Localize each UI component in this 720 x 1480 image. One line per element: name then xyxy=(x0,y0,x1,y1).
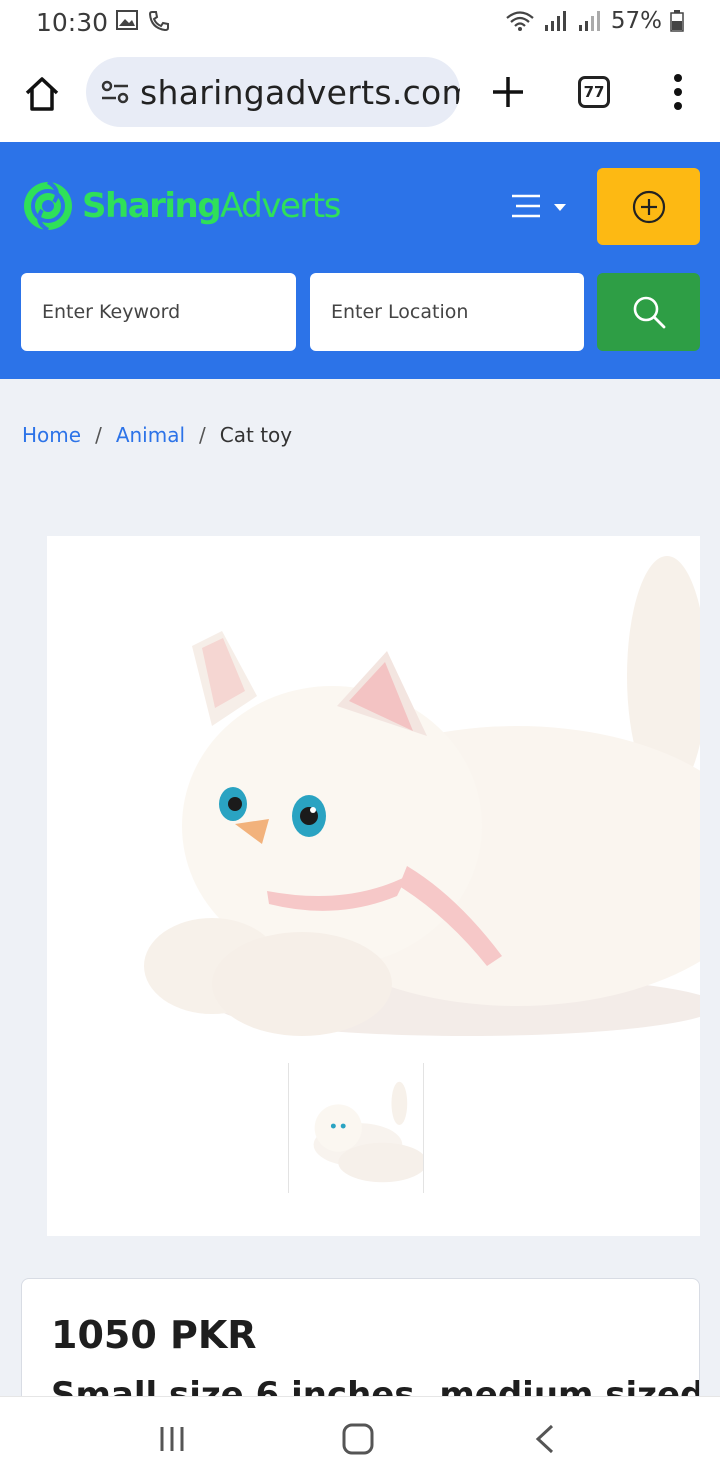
url-text: sharingadverts.com xyxy=(140,72,460,112)
status-time: 10:30 xyxy=(36,8,109,37)
battery-icon xyxy=(670,10,684,32)
signal-icon xyxy=(544,11,566,31)
breadcrumb-separator: / xyxy=(95,423,102,447)
wifi-icon xyxy=(506,11,534,31)
site-logo[interactable]: SharingAdverts xyxy=(22,172,341,240)
new-tab-icon[interactable] xyxy=(488,72,528,112)
recent-apps-icon[interactable] xyxy=(152,1421,192,1457)
breadcrumb: Home / Animal / Cat toy xyxy=(22,423,292,447)
breadcrumb-current: Cat toy xyxy=(219,423,293,447)
notification-icons xyxy=(116,10,170,32)
menu-toggle-icon[interactable] xyxy=(508,190,572,224)
breadcrumb-home[interactable]: Home xyxy=(22,423,81,447)
back-icon[interactable] xyxy=(526,1421,566,1457)
address-bar[interactable]: sharingadverts.com xyxy=(86,57,460,127)
logo-text: SharingAdverts xyxy=(82,186,341,226)
tab-switcher-button[interactable]: 77 xyxy=(578,76,610,108)
main-product-image[interactable] xyxy=(47,536,700,1066)
home-icon[interactable] xyxy=(22,74,62,114)
location-input[interactable] xyxy=(310,273,584,351)
image-gallery xyxy=(47,536,700,1236)
listing-price: 1050 PKR xyxy=(51,1313,257,1357)
home-nav-icon[interactable] xyxy=(338,1421,378,1457)
browser-menu-icon[interactable] xyxy=(666,72,690,112)
signal-icon-2 xyxy=(578,11,600,31)
plus-circle-icon xyxy=(632,190,665,223)
gallery-icon xyxy=(116,10,138,30)
site-settings-icon[interactable] xyxy=(100,79,130,105)
search-icon xyxy=(633,296,665,329)
keyword-input[interactable] xyxy=(21,273,296,351)
site-header: SharingAdverts xyxy=(0,142,720,379)
browser-toolbar: sharingadverts.com 77 xyxy=(0,44,720,142)
breadcrumb-separator: / xyxy=(199,423,206,447)
battery-percent: 57% xyxy=(610,8,662,34)
logo-mark-icon xyxy=(24,180,72,232)
system-icons: 57% xyxy=(505,8,684,34)
thumbnail-image[interactable] xyxy=(288,1063,424,1193)
post-ad-button[interactable] xyxy=(597,168,700,245)
system-navigation-bar xyxy=(0,1396,720,1480)
status-bar: 10:30 57% xyxy=(0,0,720,44)
search-button[interactable] xyxy=(597,273,700,351)
phone-call-icon xyxy=(148,11,169,32)
breadcrumb-category[interactable]: Animal xyxy=(116,423,185,447)
